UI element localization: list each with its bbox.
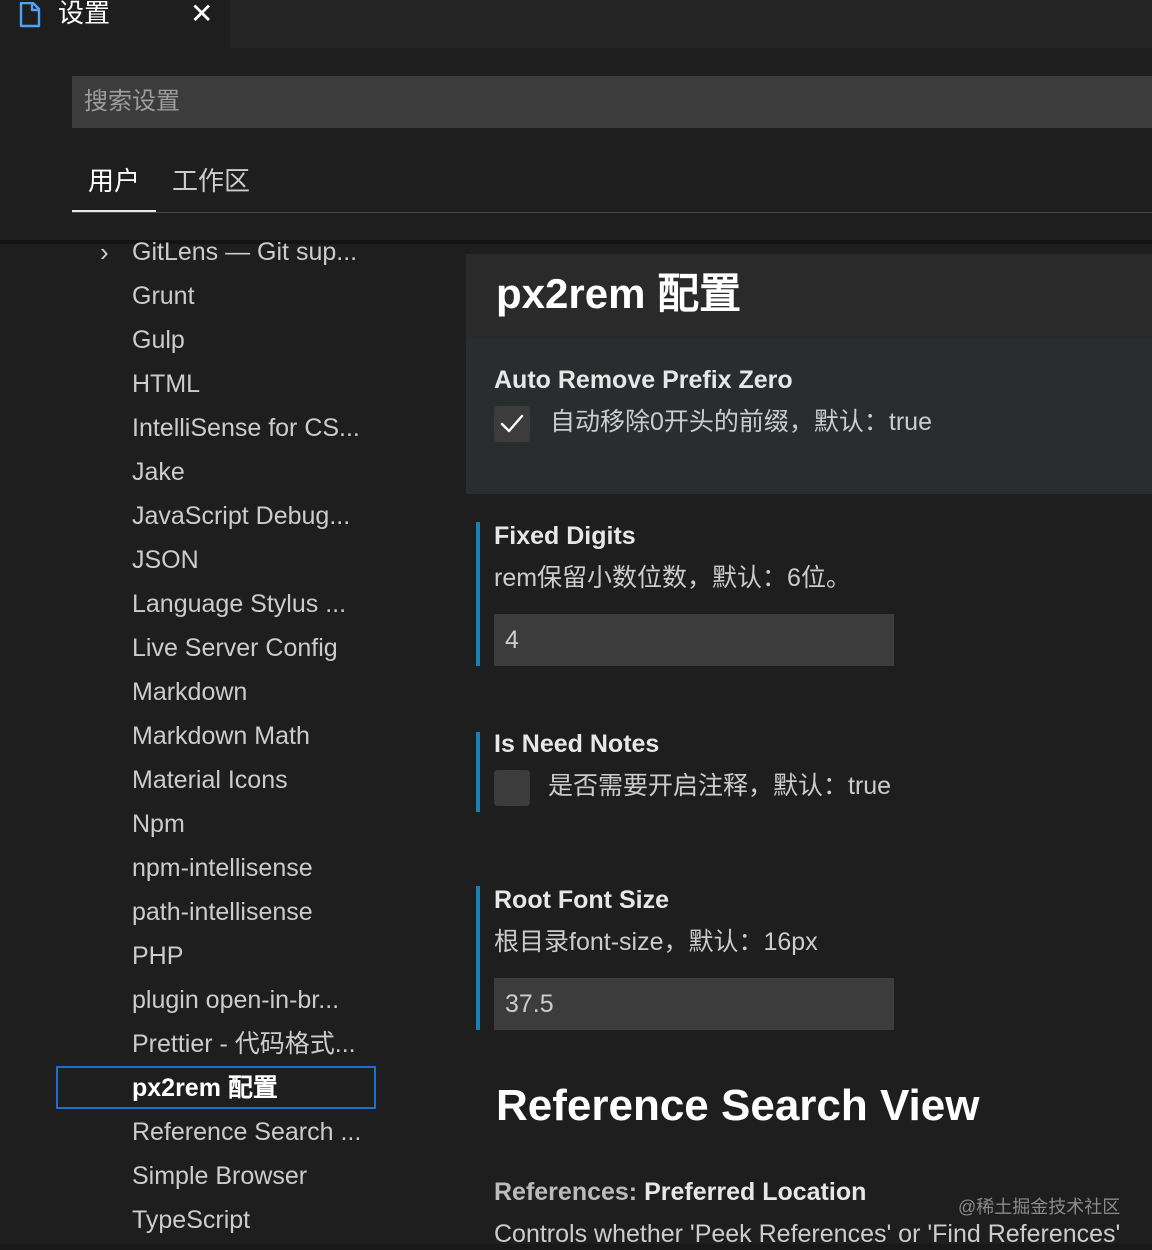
toc-item-reference-search[interactable]: Reference Search ... [132, 1116, 361, 1148]
setting-description: 根目录font-size，默认：16px [494, 928, 818, 956]
setting-description: rem保留小数位数，默认：6位。 [494, 564, 851, 592]
toc-item-gitlens[interactable]: GitLens — Git sup... [132, 236, 357, 268]
tab-user[interactable]: 用户 [88, 164, 140, 198]
chevron-right-icon[interactable]: › [100, 236, 109, 268]
toc-item-prettier[interactable]: Prettier - 代码格式... [132, 1028, 356, 1060]
toc-item-material-icons[interactable]: Material Icons [132, 764, 288, 796]
tabs-divider [72, 212, 1152, 213]
section-heading: Reference Search View [496, 1081, 980, 1130]
setting-title: Is Need Notes [494, 730, 660, 758]
tab-workspace[interactable]: 工作区 [172, 164, 250, 198]
check-icon [500, 414, 524, 433]
toc-item-gulp[interactable]: Gulp [132, 324, 185, 356]
watermark: @稀土掘金技术社区 [958, 1197, 1121, 1217]
toc-item-simple-browser[interactable]: Simple Browser [132, 1160, 307, 1192]
toc-item-markdown[interactable]: Markdown [132, 676, 247, 708]
tab-title: 设置 [58, 0, 111, 28]
auto-remove-checkbox[interactable] [494, 406, 530, 442]
setting-category: References: [494, 1178, 645, 1206]
modified-indicator [476, 732, 480, 812]
setting-title: References: Preferred Location [494, 1176, 866, 1208]
setting-name: Preferred Location [644, 1178, 867, 1206]
bottom-edge [0, 1244, 1152, 1250]
toc-item-npm[interactable]: Npm [132, 808, 185, 840]
section-title: px2rem 配置 [496, 270, 742, 317]
is-need-notes-checkbox[interactable] [494, 770, 530, 806]
setting-title: Auto Remove Prefix Zero [494, 366, 793, 394]
toc-item-grunt[interactable]: Grunt [132, 280, 195, 312]
file-icon [18, 1, 42, 28]
toc-item-php[interactable]: PHP [132, 940, 183, 972]
toc-item-language-stylus[interactable]: Language Stylus ... [132, 588, 346, 620]
toc-item-javascript-debug[interactable]: JavaScript Debug... [132, 500, 350, 532]
search-settings-input[interactable] [72, 76, 1152, 128]
toc-item-npm-intellisense[interactable]: npm-intellisense [132, 852, 313, 884]
toc-item-live-server[interactable]: Live Server Config [132, 632, 338, 664]
toc-item-json[interactable]: JSON [132, 544, 199, 576]
toc-item-jake[interactable]: Jake [132, 456, 185, 488]
setting-title: Root Font Size [494, 886, 669, 914]
toc-item-typescript[interactable]: TypeScript [132, 1204, 250, 1236]
editor-tab-bar: 设置 ✕ [0, 0, 1152, 48]
toc-item-path-intellisense[interactable]: path-intellisense [132, 896, 313, 928]
toc-item-intellisense-css[interactable]: IntelliSense for CS... [132, 412, 360, 444]
fixed-digits-input[interactable]: 4 [494, 614, 894, 666]
modified-indicator [476, 522, 480, 666]
settings-tab[interactable]: 设置 ✕ [0, 0, 230, 48]
setting-description: 自动移除0开头的前缀，默认：true [550, 408, 932, 436]
modified-indicator [476, 886, 480, 1030]
toc-item-px2rem[interactable]: px2rem 配置 [132, 1072, 278, 1104]
toc-item-plugin-open-in-browser[interactable]: plugin open-in-br... [132, 984, 339, 1016]
toc-item-html[interactable]: HTML [132, 368, 200, 400]
setting-title: Fixed Digits [494, 522, 636, 550]
toc-item-markdown-math[interactable]: Markdown Math [132, 720, 310, 752]
root-font-size-input[interactable]: 37.5 [494, 978, 894, 1030]
setting-description: 是否需要开启注释，默认：true [548, 772, 892, 800]
close-icon[interactable]: ✕ [190, 0, 213, 29]
